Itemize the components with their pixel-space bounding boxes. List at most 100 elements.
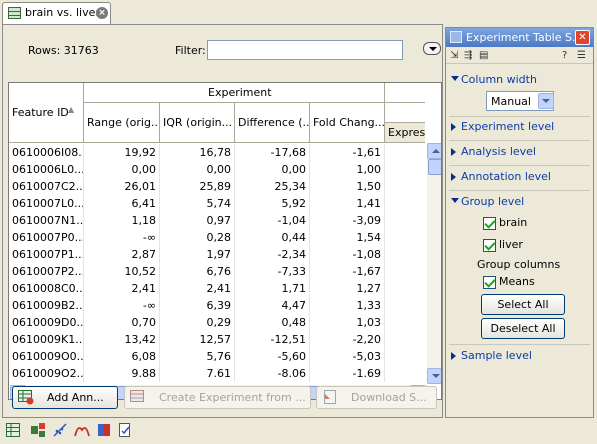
table-cell[interactable] [385,212,425,229]
means-checkbox[interactable] [483,276,496,289]
table-cell[interactable] [385,161,425,178]
table-cell[interactable]: 10,52 [84,263,160,280]
table-cell[interactable]: 0,29 [160,314,235,331]
table-cell[interactable]: -2,20 [310,331,385,348]
download-sequence-button[interactable]: Download S... [316,386,437,409]
feature-id-cell[interactable]: 0610009K1... [9,331,84,348]
table-cell[interactable]: -3,09 [310,212,385,229]
table-view-icon[interactable] [5,422,21,438]
table-cell[interactable]: -7,33 [235,263,310,280]
table-cell[interactable]: -1,04 [235,212,310,229]
table-cell[interactable] [385,297,425,314]
feature-id-cell[interactable]: 0610007C2... [9,178,84,195]
table-cell[interactable]: 0,97 [160,212,235,229]
table-cell[interactable]: 0,00 [235,161,310,178]
filter-options-button[interactable] [423,42,441,55]
feature-id-cell[interactable]: 0610007N1... [9,212,84,229]
liver-checkbox[interactable] [483,239,496,252]
feature-id-cell[interactable]: 0610007P1... [9,246,84,263]
table-cell[interactable]: -5,03 [310,348,385,365]
table-cell[interactable] [385,280,425,297]
scatter-plot-icon[interactable] [52,422,68,438]
add-annotations-button[interactable]: Add Ann... [12,386,118,409]
feature-id-cell[interactable]: 0610008C0... [9,280,84,297]
table-cell[interactable]: 19,92 [84,144,160,161]
feature-id-cell[interactable]: 0610009B2... [9,297,84,314]
feature-id-cell[interactable]: 0610009O0... [9,348,84,365]
table-cell[interactable]: 7.61 [160,365,235,382]
table-cell[interactable]: 0,48 [235,314,310,331]
scroll-up-icon[interactable] [427,143,441,159]
table-cell[interactable]: 0,00 [160,161,235,178]
expand-all-icon[interactable]: ⇶ [464,50,472,61]
table-cell[interactable]: 13,42 [84,331,160,348]
table-cell[interactable]: 25,34 [235,178,310,195]
table-cell[interactable] [385,144,425,161]
table-cell[interactable]: 1,54 [310,229,385,246]
report-icon[interactable] [117,422,133,438]
table-cell[interactable]: -5,60 [235,348,310,365]
select-all-button[interactable]: Select All [481,294,565,315]
table-cell[interactable]: 9.88 [84,365,160,382]
feature-id-cell[interactable]: 0610007P2... [9,263,84,280]
help-icon[interactable]: ? [562,50,567,61]
column-header-difference[interactable]: Difference (... [235,103,310,143]
table-cell[interactable]: -8.06 [235,365,310,382]
feature-id-cell[interactable]: 0610006I08... [9,144,84,161]
vertical-scrollbar[interactable] [427,143,441,384]
deselect-all-button[interactable]: Deselect All [481,318,565,339]
column-width-select[interactable]: Manual [486,91,554,111]
close-icon[interactable]: ✕ [575,30,590,45]
feature-id-cell[interactable]: 0610009D0... [9,314,84,331]
table-cell[interactable]: 1,03 [310,314,385,331]
table-cell[interactable]: 2,41 [84,280,160,297]
table-cell[interactable] [385,195,425,212]
table-cell[interactable] [385,331,425,348]
table-cell[interactable]: 4,47 [235,297,310,314]
table-cell[interactable]: -2,34 [235,246,310,263]
collapse-all-icon[interactable]: ⇲ [450,50,458,61]
table-cell[interactable]: 1,18 [84,212,160,229]
vertical-scroll-thumb[interactable] [428,159,441,175]
table-cell[interactable]: 5,74 [160,195,235,212]
menu-icon[interactable]: ☰ [577,50,586,61]
column-header-fold-change[interactable]: Fold Chang... [310,103,385,143]
table-cell[interactable]: 1,33 [310,297,385,314]
tree-view-icon[interactable] [30,422,46,438]
feature-id-cell[interactable]: 0610007L0... [9,195,84,212]
save-settings-icon[interactable]: ▤ [479,50,488,61]
table-cell[interactable]: 5,92 [235,195,310,212]
column-header-feature-id[interactable]: Feature ID ▲ [9,83,84,143]
table-cell[interactable]: 0,28 [160,229,235,246]
table-cell[interactable] [385,263,425,280]
close-icon[interactable]: × [96,7,108,19]
table-cell[interactable]: 1,50 [310,178,385,195]
table-cell[interactable]: 5,76 [160,348,235,365]
table-cell[interactable]: 1,71 [235,280,310,297]
column-header-expression[interactable]: Express [385,123,425,143]
table-cell[interactable]: 1,41 [310,195,385,212]
table-cell[interactable]: -1,61 [310,144,385,161]
table-cell[interactable] [385,246,425,263]
table-cell[interactable]: -12,51 [235,331,310,348]
table-cell[interactable] [385,348,425,365]
table-cell[interactable]: -∞ [84,297,160,314]
table-cell[interactable]: 6,39 [160,297,235,314]
column-header-iqr[interactable]: IQR (origin... [160,103,235,143]
table-cell[interactable]: 6,76 [160,263,235,280]
filter-input[interactable] [207,40,403,60]
table-cell[interactable]: 1,27 [310,280,385,297]
table-cell[interactable]: 0,00 [84,161,160,178]
table-cell[interactable] [385,365,425,382]
table-cell[interactable]: 0,44 [235,229,310,246]
feature-id-cell[interactable]: 0610006L0... [9,161,84,178]
column-header-range[interactable]: Range (orig... [84,103,160,143]
book-icon[interactable] [96,422,112,438]
brain-checkbox[interactable] [483,217,496,230]
feature-id-cell[interactable]: 0610007P0... [9,229,84,246]
table-cell[interactable]: -1,08 [310,246,385,263]
tab-brain-vs-liver[interactable]: brain vs. liver × [2,2,111,24]
table-cell[interactable]: 1,97 [160,246,235,263]
table-cell[interactable]: 6,08 [84,348,160,365]
scroll-down-icon[interactable] [427,368,441,384]
